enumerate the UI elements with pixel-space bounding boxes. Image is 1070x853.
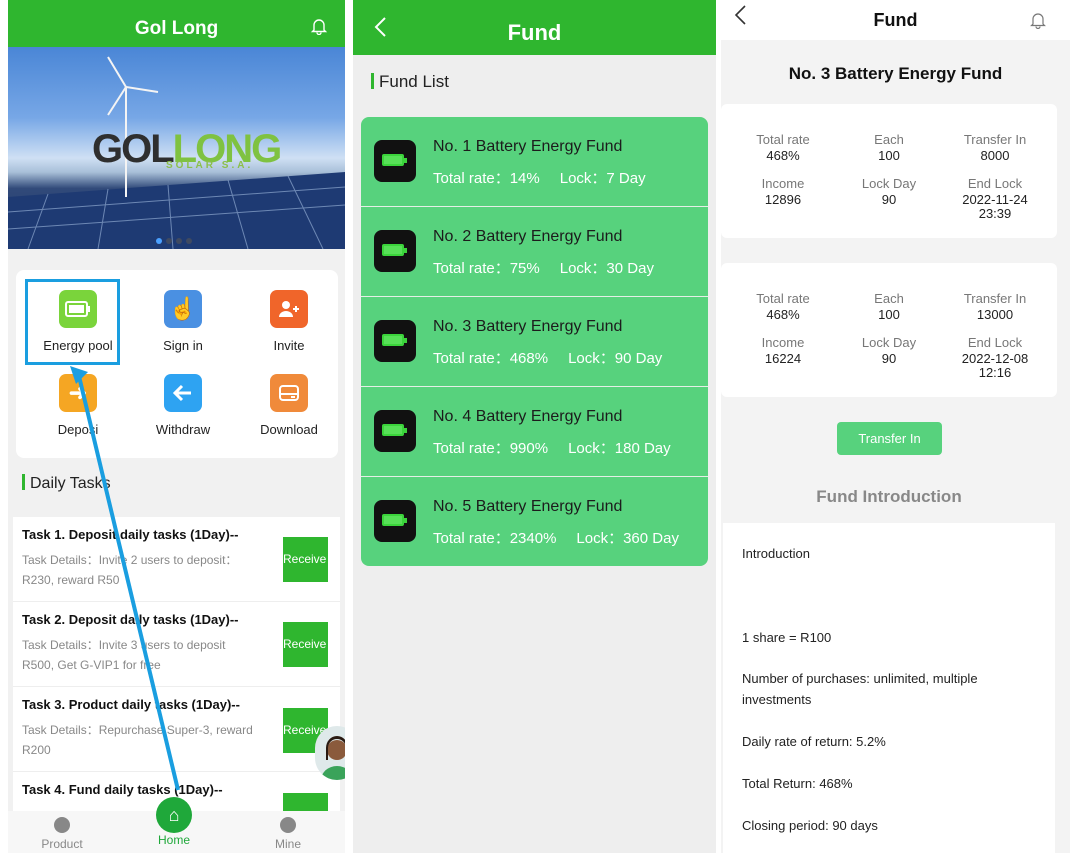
battery-icon: [374, 410, 416, 452]
nav-mine[interactable]: Mine: [248, 817, 328, 851]
fund-header: Fund: [353, 0, 716, 55]
fund-item[interactable]: No. 4 Battery Energy Fund Total rate：990…: [361, 387, 708, 477]
investment-record-card: Total rate 468% Each 100 Transfer In 8000 I…: [721, 104, 1057, 238]
page-title: Fund: [507, 20, 562, 45]
highlight-box: [25, 279, 120, 365]
app-home-screen: Gol Long GOLLONG SOLAR S.A. Energy pool …: [8, 0, 345, 853]
arrow-left-icon: [164, 374, 202, 412]
fund-list-screen: Fund Fund List No. 1 Battery Energy Fund…: [353, 0, 716, 853]
nav-product[interactable]: Product: [22, 817, 102, 851]
menu-withdraw[interactable]: Withdraw: [133, 374, 233, 437]
page-title: Fund: [873, 10, 918, 30]
support-agent-icon: [321, 736, 345, 780]
menu-sign-in[interactable]: ☝ Sign in: [133, 290, 233, 353]
fund-introduction-card: Introduction 1 share = R100 Number of pu…: [723, 523, 1055, 853]
fund-item[interactable]: No. 3 Battery Energy Fund Total rate：468…: [361, 297, 708, 387]
home-icon[interactable]: ⌂: [156, 797, 192, 833]
fund-item[interactable]: No. 5 Battery Energy Fund Total rate：234…: [361, 477, 708, 566]
task-card: Task 3. Product daily tasks (1Day)-- Tas…: [13, 687, 340, 772]
fund-introduction-heading: Fund Introduction: [816, 487, 962, 506]
fund-item[interactable]: No. 2 Battery Energy Fund Total rate：75%…: [361, 207, 708, 297]
nav-home[interactable]: Home: [134, 833, 214, 847]
intro-total-return: Total Return: 468%: [742, 776, 853, 791]
intro-daily-rate: Daily rate of return: 5.2%: [742, 734, 886, 749]
intro-share: 1 share = R100: [742, 630, 832, 645]
menu-invite[interactable]: Invite: [239, 290, 339, 353]
intro-purchases: Number of purchases: unlimited, multiple…: [742, 671, 978, 707]
battery-icon: [374, 500, 416, 542]
menu-deposit[interactable]: ➜ Deposi: [28, 374, 128, 437]
fund-name-heading: No. 3 Battery Energy Fund: [788, 64, 1003, 83]
add-user-icon: [270, 290, 308, 328]
bell-icon[interactable]: [310, 17, 328, 35]
app-title: Gol Long: [134, 18, 219, 39]
download-box-icon: [270, 374, 308, 412]
bell-icon[interactable]: [1029, 11, 1047, 29]
user-icon: [280, 817, 296, 833]
intro-title: Introduction: [742, 546, 810, 561]
hand-pointer-icon: ☝: [164, 290, 202, 328]
battery-icon: [374, 320, 416, 362]
battery-icon: [374, 230, 416, 272]
receive-button[interactable]: Receive: [283, 622, 328, 667]
receive-button[interactable]: Receive: [283, 537, 328, 582]
promo-banner[interactable]: GOLLONG SOLAR S.A.: [8, 47, 345, 249]
product-icon: [54, 817, 70, 833]
detail-header: Fund: [721, 0, 1070, 40]
daily-tasks-heading: Daily Tasks: [22, 474, 111, 493]
app-header: Gol Long: [8, 0, 345, 47]
battery-icon: [374, 140, 416, 182]
fund-detail-screen: Fund No. 3 Battery Energy Fund Total rat…: [721, 0, 1070, 853]
brand-logo-subtitle: SOLAR S.A.: [166, 160, 254, 171]
task-card: Task 1. Deposit daily tasks (1Day)-- Tas…: [13, 517, 340, 602]
fund-list: No. 1 Battery Energy Fund Total rate：14%…: [361, 117, 708, 566]
fund-item[interactable]: No. 1 Battery Energy Fund Total rate：14%…: [361, 117, 708, 207]
task-card: Task 2. Deposit daily tasks (1Day)-- Tas…: [13, 602, 340, 687]
arrow-right-icon: ➜: [59, 374, 97, 412]
investment-record-card: Total rate 468% Each 100 Transfer In 13000 …: [721, 263, 1057, 397]
carousel-indicator[interactable]: [156, 231, 196, 249]
transfer-in-button[interactable]: Transfer In: [837, 422, 942, 455]
menu-download[interactable]: Download: [239, 374, 339, 437]
intro-closing: Closing period: 90 days: [742, 818, 878, 833]
fund-list-heading: Fund List: [371, 72, 449, 92]
support-avatar[interactable]: [315, 726, 345, 780]
